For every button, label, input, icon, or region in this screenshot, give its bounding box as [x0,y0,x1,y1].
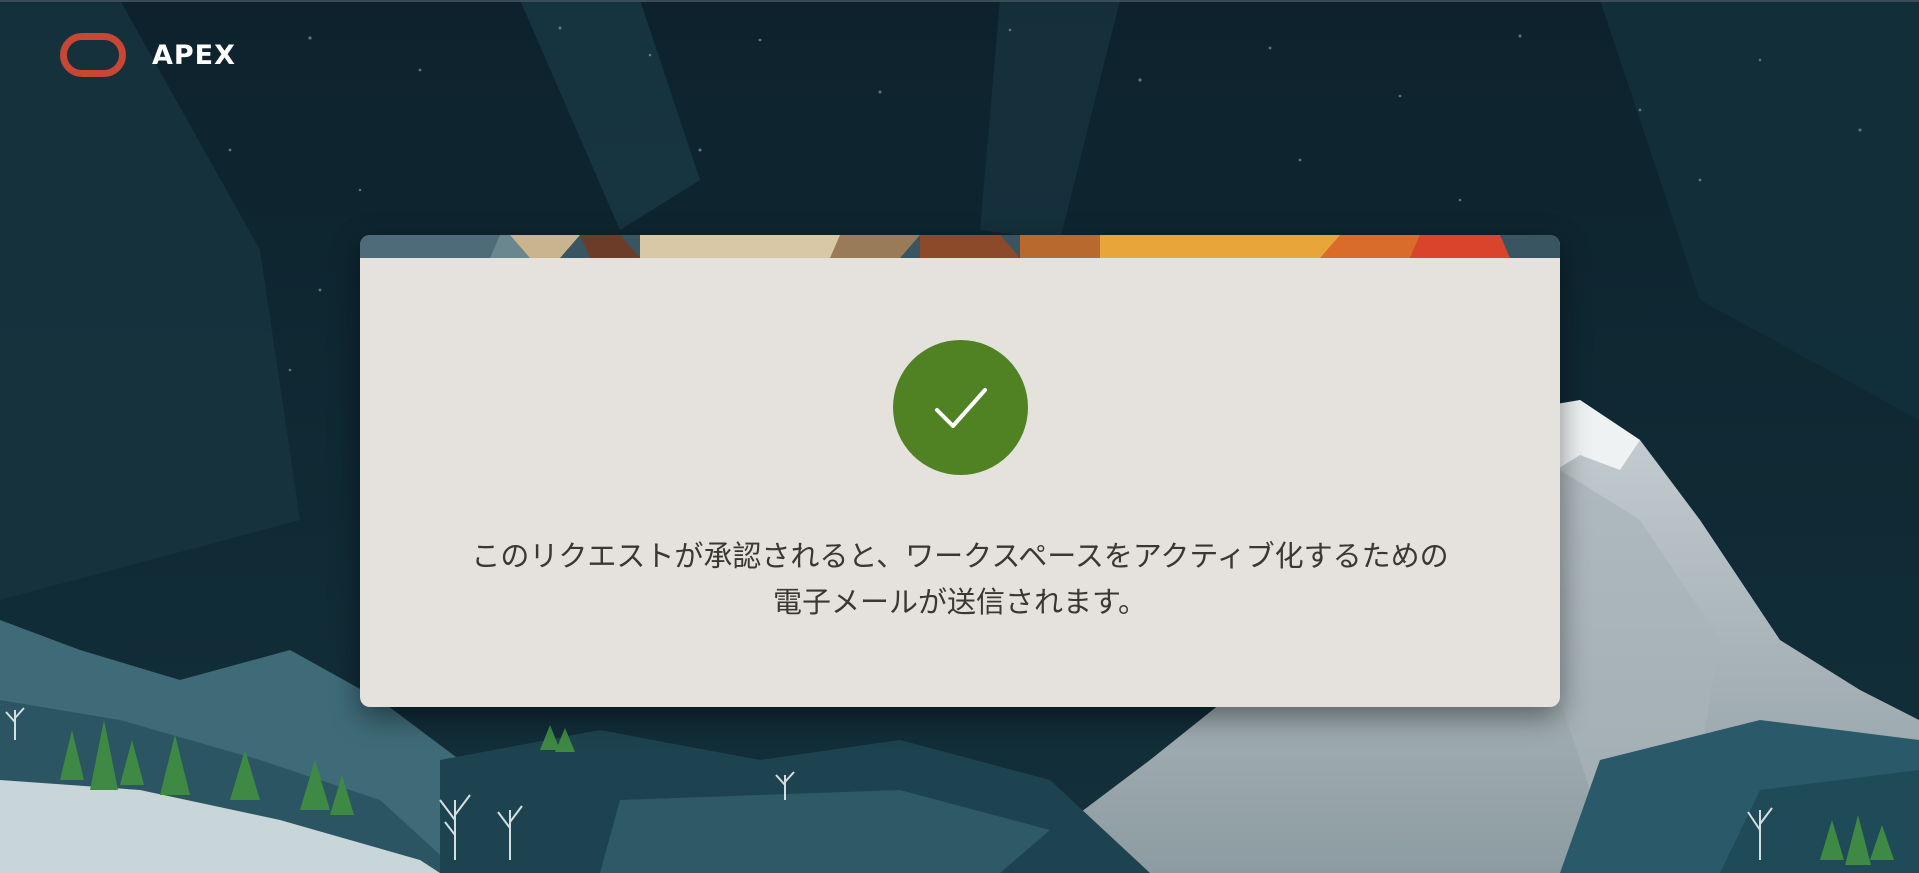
success-status-badge [893,340,1028,475]
confirmation-message-line1: このリクエストが承認されると、ワークスペースをアクティブ化するための [471,539,1449,573]
confirmation-message: このリクエストが承認されると、ワークスペースをアクティブ化するための 電子メール… [400,533,1520,625]
card-banner-illustration [360,235,1560,258]
oracle-logo-icon [60,33,126,77]
confirmation-card: このリクエストが承認されると、ワークスペースをアクティブ化するための 電子メール… [360,235,1560,707]
brand-header[interactable]: APEX [60,32,236,78]
page-background: APEX このリクエストが承認されると、ワークスペースをアクティブ化するための … [0,0,1919,873]
confirmation-message-line2: 電子メールが送信されます。 [772,585,1148,619]
checkmark-icon [934,387,987,428]
brand-name: APEX [152,39,236,71]
top-border [0,0,1919,2]
